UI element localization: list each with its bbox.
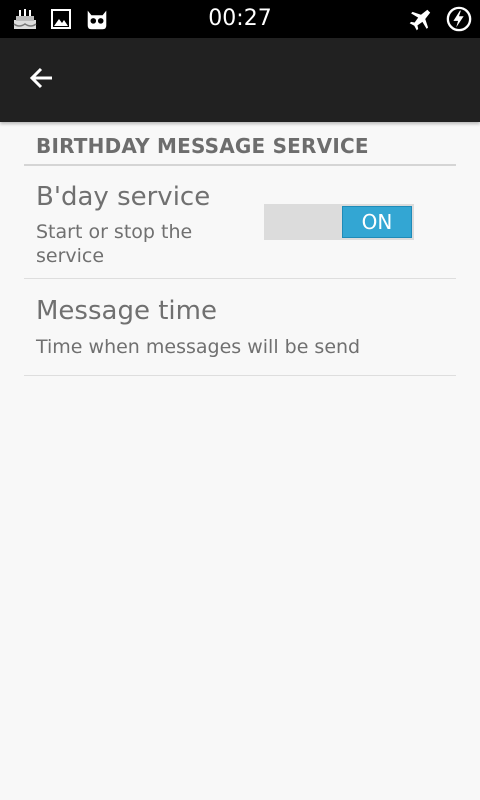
action-bar — [0, 38, 480, 122]
back-arrow-icon — [28, 64, 56, 96]
pref-summary: Start or stop the service — [36, 221, 193, 267]
section-title: BIRTHDAY MESSAGE SERVICE — [36, 134, 369, 158]
pref-title: Message time — [36, 296, 217, 326]
preferences-list: BIRTHDAY MESSAGE SERVICE B'day service S… — [24, 122, 456, 376]
toggle-label: ON — [361, 210, 393, 234]
system-icons — [408, 6, 472, 32]
pref-bday-service[interactable]: B'day service Start or stop the service … — [24, 166, 456, 279]
pref-summary: Time when messages will be send — [36, 336, 361, 358]
airplane-mode-icon — [408, 6, 434, 32]
charging-icon — [446, 6, 472, 32]
back-button[interactable] — [26, 64, 58, 96]
status-bar: 00:27 — [0, 0, 480, 38]
section-header: BIRTHDAY MESSAGE SERVICE — [24, 122, 456, 166]
pref-title: B'day service — [36, 182, 211, 212]
pref-message-time[interactable]: Message time Time when messages will be … — [24, 279, 456, 376]
toggle-thumb: ON — [342, 206, 412, 238]
service-toggle[interactable]: ON — [264, 204, 414, 240]
